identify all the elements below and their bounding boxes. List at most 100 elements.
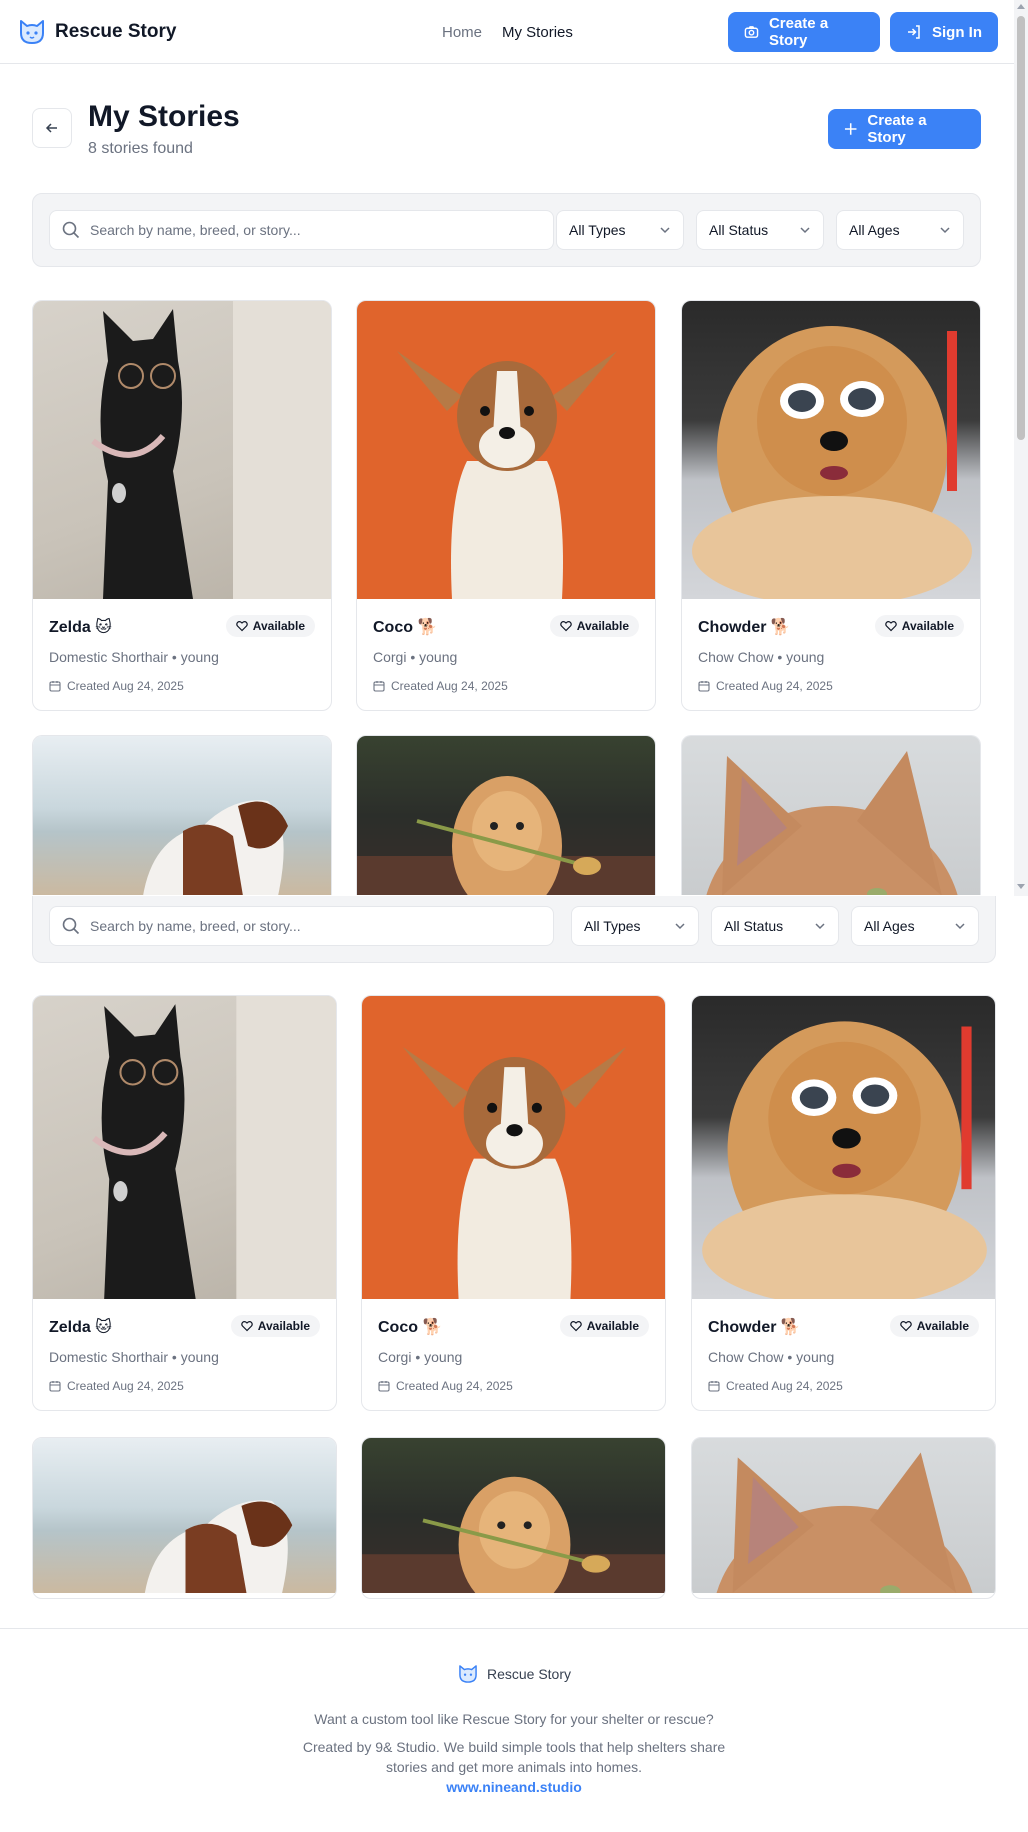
story-card[interactable]: Coco 🐕 Available Corgi • young Created A… [361,995,666,1411]
pet-photo [362,996,665,1299]
pet-photo [692,1438,995,1593]
story-card[interactable]: Chowder 🐕 Available Chow Chow • young Cr… [691,995,996,1411]
status-badge: Available [230,1315,320,1337]
card-info: Coco 🐕 Available Corgi • young Created A… [357,599,655,710]
scroll-up-arrow-icon[interactable] [1017,4,1025,9]
search-input[interactable]: Search by name, breed, or story... [49,906,554,946]
age-select-value: All Ages [849,222,900,238]
footer-studio-link[interactable]: www.nineand.studio [0,1779,1028,1795]
pet-photo [33,301,331,599]
pet-photo [33,1438,336,1593]
header-create-story-label: Create a Story [768,15,829,49]
created-date: Created Aug 24, 2025 [49,679,184,693]
card-info: Coco 🐕 Available Corgi • young Created A… [362,1299,665,1410]
footer-brand[interactable]: Rescue Story [0,1663,1028,1685]
heart-icon [240,1321,253,1332]
heart-icon [884,621,897,632]
chevron-down-icon [660,227,670,234]
status-badge: Available [559,1315,649,1337]
story-card[interactable] [356,735,656,895]
heart-icon [569,1321,582,1332]
created-date: Created Aug 24, 2025 [698,679,833,693]
search-placeholder: Search by name, breed, or story... [90,918,301,934]
type-select[interactable]: All Types [556,210,684,250]
pet-photo [682,736,980,895]
scroll-down-arrow-icon[interactable] [1017,884,1025,889]
arrow-left-icon [45,123,57,133]
header-actions: Create a Story Sign In [728,12,998,52]
status-select[interactable]: All Status [696,210,824,250]
plus-icon [844,123,857,135]
age-select-value: All Ages [864,918,915,934]
card-info: Chowder 🐕 Available Chow Chow • young Cr… [682,599,980,710]
status-select-value: All Status [709,222,769,238]
nav-my-stories[interactable]: My Stories [502,24,573,41]
pet-name: Chowder 🐕 [698,619,791,636]
created-date: Created Aug 24, 2025 [378,1379,513,1393]
filter-bar: Search by name, breed, or story... All T… [32,193,981,267]
cat-logo-icon [459,1665,477,1683]
page-scrollbar[interactable] [1014,0,1028,896]
scrollbar-thumb[interactable] [1017,16,1025,440]
age-select[interactable]: All Ages [836,210,964,250]
pet-photo [357,736,655,895]
pet-photo [33,996,336,1299]
sign-in-icon [908,25,920,39]
chevron-down-icon [800,227,810,234]
created-date: Created Aug 24, 2025 [49,1379,184,1393]
page-title: My Stories [88,100,240,133]
calendar-icon [49,1381,61,1392]
calendar-icon [373,681,385,692]
heart-icon [235,621,248,632]
type-select-value: All Types [584,918,641,934]
story-card[interactable] [361,1437,666,1599]
pet-name: Zelda 🐱 [49,1319,112,1336]
story-card[interactable]: Chowder 🐕 Available Chow Chow • young Cr… [681,300,981,711]
story-card[interactable] [681,735,981,895]
type-select-value: All Types [569,222,626,238]
camera-icon [744,26,759,38]
calendar-icon [49,681,61,692]
heart-icon [559,621,572,632]
footer-credit-2: stories and get more animals into homes. [385,1759,642,1775]
story-card[interactable]: Zelda 🐱 Available Domestic Shorthair • y… [32,300,332,711]
chevron-down-icon [955,923,965,930]
pet-breed-age: Domestic Shorthair • young [49,649,219,665]
top-nav: Rescue Story Home My Stories Create a St… [0,0,1014,64]
pet-name: Coco 🐕 [378,1319,443,1336]
chevron-down-icon [940,227,950,234]
chevron-down-icon [815,923,825,930]
header-create-story-button[interactable]: Create a Story [728,12,880,52]
status-select[interactable]: All Status [711,906,839,946]
story-card[interactable]: Coco 🐕 Available Corgi • young Created A… [356,300,656,711]
pet-photo [362,1438,665,1593]
story-card[interactable] [32,1437,337,1599]
status-badge: Available [889,1315,979,1337]
pet-photo [682,301,980,599]
filter-bar: Search by name, breed, or story... All T… [32,896,996,963]
back-button[interactable] [32,108,72,148]
calendar-icon [698,681,710,692]
created-date: Created Aug 24, 2025 [373,679,508,693]
brand-logo[interactable]: Rescue Story [17,17,176,47]
brand-name: Rescue Story [55,20,177,42]
heart-icon [899,1321,912,1332]
search-input[interactable]: Search by name, breed, or story... [49,210,554,250]
pet-breed-age: Domestic Shorthair • young [49,1349,219,1365]
sign-in-button[interactable]: Sign In [890,12,998,52]
type-select[interactable]: All Types [571,906,699,946]
status-badge: Available [225,615,315,637]
search-placeholder: Search by name, breed, or story... [90,222,301,238]
pet-breed-age: Chow Chow • young [698,649,825,665]
calendar-icon [378,1381,390,1392]
footer-brand-name: Rescue Story [486,1666,572,1682]
create-story-button[interactable]: Create a Story [828,109,981,149]
status-select-value: All Status [724,918,784,934]
story-card[interactable] [691,1437,996,1599]
story-card[interactable]: Zelda 🐱 Available Domestic Shorthair • y… [32,995,337,1411]
create-story-label: Create a Story [867,112,927,146]
age-select[interactable]: All Ages [851,906,979,946]
story-card[interactable] [32,735,332,895]
nav-home[interactable]: Home [442,24,482,41]
calendar-icon [708,1381,720,1392]
